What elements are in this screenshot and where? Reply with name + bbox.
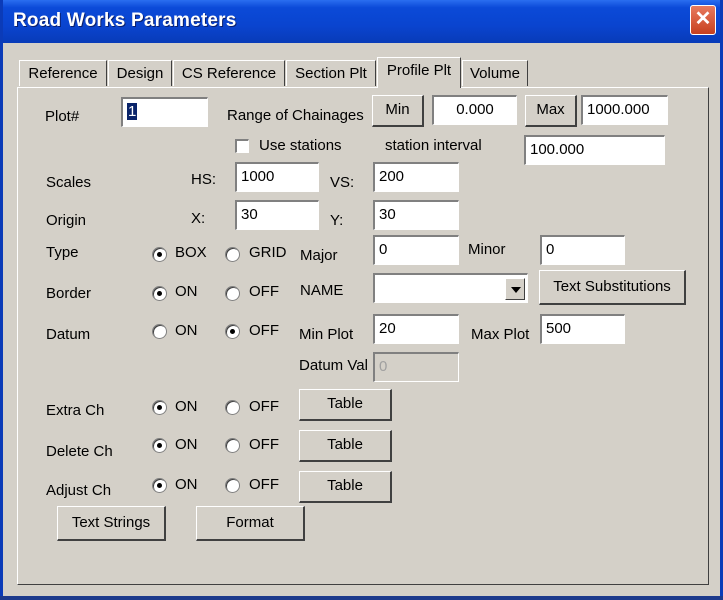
major-input[interactable]: 0 [373, 235, 459, 265]
delete-ch-table-button[interactable]: Table [299, 430, 392, 462]
title-bar[interactable]: Road Works Parameters ✕ [3, 0, 720, 43]
delete-ch-label: Delete Ch [46, 443, 113, 460]
plot-number-value: 1 [127, 103, 138, 120]
delete-ch-on-radio[interactable] [152, 438, 167, 453]
adjust-ch-on-label: ON [175, 476, 198, 493]
extra-ch-off-label: OFF [249, 398, 279, 415]
scales-label: Scales [46, 174, 92, 191]
text-substitutions-button[interactable]: Text Substitutions [539, 270, 686, 305]
type-label: Type [46, 244, 79, 261]
station-interval-label: station interval [385, 137, 482, 154]
border-off-label: OFF [249, 283, 279, 300]
dialog-window: Road Works Parameters ✕ Reference Design… [0, 0, 723, 596]
format-button[interactable]: Format [196, 506, 305, 541]
vs-input[interactable]: 200 [373, 162, 459, 192]
datum-label: Datum [46, 326, 91, 343]
tab-profile-plt[interactable]: Profile Plt [377, 57, 461, 88]
name-label: NAME [300, 282, 344, 299]
station-interval-input[interactable]: 100.000 [524, 135, 665, 165]
origin-x-input[interactable]: 30 [235, 200, 319, 230]
extra-ch-label: Extra Ch [46, 402, 105, 419]
origin-y-input[interactable]: 30 [373, 200, 459, 230]
x-label: X: [191, 210, 206, 227]
text-strings-button[interactable]: Text Strings [57, 506, 166, 541]
minor-input[interactable]: 0 [540, 235, 625, 265]
close-button[interactable]: ✕ [690, 5, 716, 35]
extra-ch-off-radio[interactable] [225, 400, 240, 415]
type-box-radio[interactable] [152, 247, 167, 262]
datum-val-input: 0 [373, 352, 459, 382]
adjust-ch-on-radio[interactable] [152, 478, 167, 493]
major-label: Major [300, 247, 338, 264]
plot-number-label: Plot# [45, 108, 80, 125]
adjust-ch-off-radio[interactable] [225, 478, 240, 493]
delete-ch-on-label: ON [175, 436, 198, 453]
origin-label: Origin [46, 212, 87, 229]
chevron-down-icon[interactable] [505, 278, 525, 300]
border-on-radio[interactable] [152, 286, 167, 301]
min-button[interactable]: Min [372, 95, 424, 127]
datum-off-radio[interactable] [225, 324, 240, 339]
adjust-ch-table-button[interactable]: Table [299, 471, 392, 503]
datum-off-label: OFF [249, 322, 279, 339]
name-dropdown[interactable] [373, 273, 528, 303]
tab-design[interactable]: Design [108, 60, 172, 86]
adjust-ch-off-label: OFF [249, 476, 279, 493]
tab-section-plt[interactable]: Section Plt [286, 60, 376, 86]
vs-label: VS: [330, 174, 355, 191]
border-label: Border [46, 285, 92, 302]
datum-on-label: ON [175, 322, 198, 339]
use-stations-label: Use stations [259, 137, 342, 154]
tab-cs-reference[interactable]: CS Reference [173, 60, 285, 86]
tab-volume[interactable]: Volume [462, 60, 528, 86]
hs-input[interactable]: 1000 [235, 162, 319, 192]
minor-label: Minor [468, 241, 506, 258]
taskbar-strip [0, 596, 723, 600]
range-of-chainages-label: Range of Chainages [227, 107, 364, 124]
max-plot-label: Max Plot [471, 326, 530, 343]
min-plot-label: Min Plot [299, 326, 354, 343]
delete-ch-off-radio[interactable] [225, 438, 240, 453]
border-off-radio[interactable] [225, 286, 240, 301]
extra-ch-table-button[interactable]: Table [299, 389, 392, 421]
use-stations-checkbox[interactable] [235, 139, 249, 153]
datum-val-label: Datum Val [299, 357, 368, 374]
extra-ch-on-radio[interactable] [152, 400, 167, 415]
max-plot-input[interactable]: 500 [540, 314, 625, 344]
extra-ch-on-label: ON [175, 398, 198, 415]
window-title: Road Works Parameters [13, 10, 237, 31]
datum-on-radio[interactable] [152, 324, 167, 339]
hs-label: HS: [191, 171, 217, 188]
type-grid-label: GRID [249, 244, 287, 261]
plot-number-input[interactable]: 1 [121, 97, 208, 127]
y-label: Y: [330, 212, 344, 229]
adjust-ch-label: Adjust Ch [46, 482, 112, 499]
type-grid-radio[interactable] [225, 247, 240, 262]
max-chainage-input[interactable]: 1000.000 [581, 95, 668, 125]
delete-ch-off-label: OFF [249, 436, 279, 453]
border-on-label: ON [175, 283, 198, 300]
type-box-label: BOX [175, 244, 207, 261]
min-chainage-input[interactable]: 0.000 [432, 95, 517, 125]
tab-reference[interactable]: Reference [19, 60, 107, 86]
min-plot-input[interactable]: 20 [373, 314, 459, 344]
max-button[interactable]: Max [525, 95, 577, 127]
